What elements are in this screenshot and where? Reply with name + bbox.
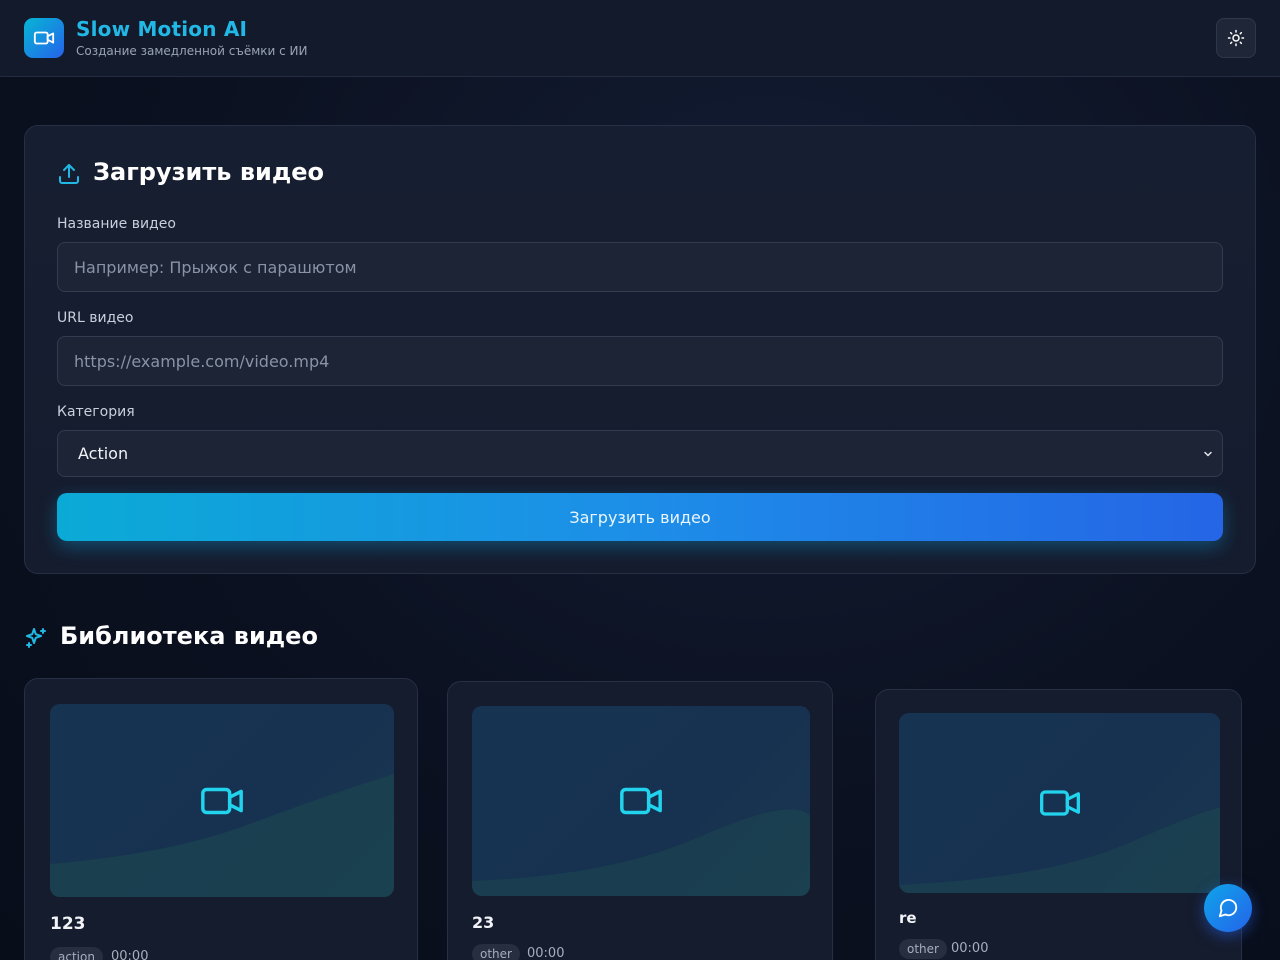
video-card[interactable]: re other 00:00 — [875, 689, 1242, 960]
category-label: Категория — [57, 404, 135, 420]
video-camera-icon — [1039, 790, 1080, 816]
video-title: 123 — [50, 914, 86, 934]
video-thumbnail[interactable] — [899, 713, 1220, 893]
category-select[interactable]: Action — [57, 430, 1223, 477]
category-badge: other — [899, 939, 947, 959]
library-title: Библиотека видео — [60, 622, 318, 650]
video-duration: 00:00 — [527, 946, 565, 960]
app-title: Slow Motion AI — [76, 17, 248, 41]
app-header: Slow Motion AI Создание замедленной съём… — [0, 0, 1280, 77]
video-thumbnail[interactable] — [50, 704, 394, 897]
category-badge: other — [472, 944, 520, 960]
video-url-label: URL видео — [57, 310, 134, 326]
video-duration: 00:00 — [951, 941, 989, 956]
video-camera-icon — [620, 787, 662, 815]
video-duration: 00:00 — [111, 949, 149, 960]
video-camera-icon — [33, 31, 55, 45]
video-thumbnail[interactable] — [472, 706, 810, 896]
video-url-input[interactable] — [57, 336, 1223, 386]
theme-toggle-button[interactable] — [1216, 18, 1256, 58]
video-name-label: Название видео — [57, 216, 176, 232]
sparkles-icon — [26, 628, 46, 648]
video-camera-icon — [201, 787, 243, 814]
video-card[interactable]: 123 action 00:00 — [24, 678, 418, 960]
video-title: re — [899, 909, 917, 927]
chevron-down-icon — [1204, 451, 1212, 457]
upload-icon — [59, 164, 79, 184]
upload-title: Загрузить видео — [93, 158, 324, 186]
category-selected-value: Action — [78, 444, 129, 463]
app-subtitle: Создание замедленной съёмки с ИИ — [76, 44, 308, 58]
chat-button[interactable] — [1204, 884, 1252, 932]
video-card[interactable]: 23 other 00:00 — [447, 681, 833, 960]
upload-submit-button[interactable]: Загрузить видео — [57, 493, 1223, 541]
video-name-input[interactable] — [57, 242, 1223, 292]
chat-bubble-icon — [1218, 898, 1238, 918]
sun-icon — [1227, 29, 1245, 47]
category-badge: action — [50, 947, 103, 960]
video-title: 23 — [472, 913, 495, 932]
app-logo — [24, 18, 64, 58]
